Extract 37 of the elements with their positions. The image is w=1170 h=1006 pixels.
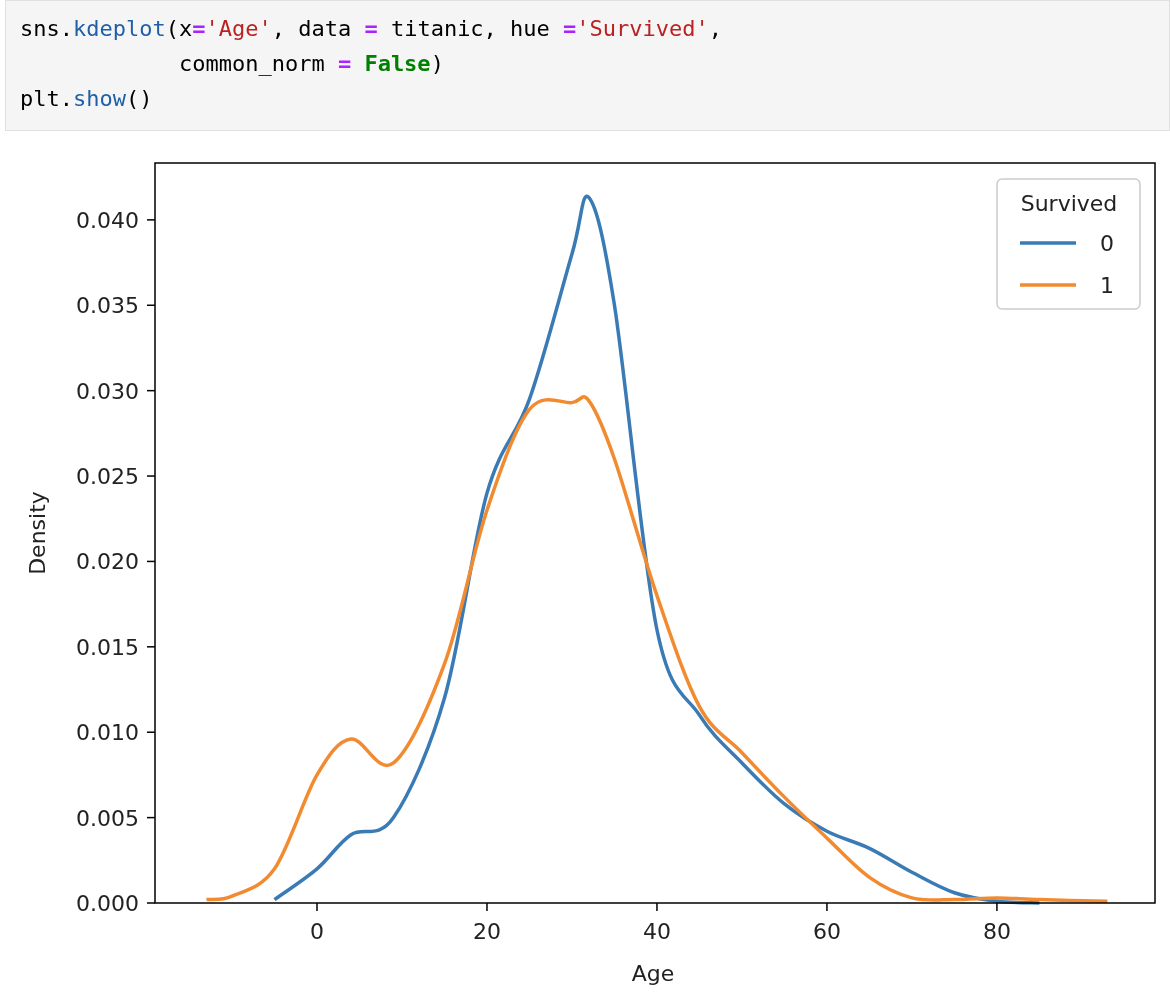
tick-mark — [146, 816, 156, 819]
tick-mark — [656, 902, 658, 912]
tick-label: 0.030 — [76, 378, 139, 404]
tick-label: 0.010 — [76, 720, 139, 746]
tick-mark — [146, 389, 156, 392]
axis-label: Density — [25, 491, 50, 575]
tick-mark — [146, 902, 156, 904]
legend-label: 1 — [1100, 273, 1114, 298]
tick-label: 0.015 — [76, 634, 139, 660]
tick-label: 60 — [812, 919, 841, 944]
tick-mark — [146, 646, 156, 648]
tick-mark — [146, 560, 156, 563]
tick-label: 0.005 — [76, 805, 139, 831]
tick-label: 0.000 — [76, 891, 139, 916]
tick-label: 0.020 — [76, 549, 139, 575]
tick-mark — [146, 731, 156, 733]
code-line: sns.kdeplot(x='Age', data = titanic, hue ='Survived', — [20, 15, 723, 43]
legend-label: 0 — [1100, 231, 1114, 256]
tick-label: 0.025 — [76, 464, 139, 490]
tick-mark — [146, 475, 156, 477]
tick-label: 0.040 — [76, 207, 139, 233]
tick-label: 80 — [982, 919, 1011, 944]
tick-mark — [996, 902, 998, 912]
code-line: plt.show() — [20, 85, 153, 113]
tick-label: 20 — [472, 919, 501, 944]
code-line: common_norm = False) — [177, 50, 444, 78]
tick-mark — [486, 902, 488, 912]
tick-mark — [826, 902, 828, 912]
tick-label: 0 — [310, 919, 324, 944]
tick-mark — [316, 902, 318, 912]
tick-label: 0.035 — [76, 293, 139, 319]
code-cell[interactable]: sns.kdeplot(x='Age', data = titanic, hue ='Survived', common_norm = False) plt.show() — [5, 0, 1170, 131]
legend-title: Survived — [1020, 191, 1118, 216]
tick-label: 40 — [642, 919, 671, 944]
tick-mark — [146, 219, 156, 221]
tick-mark — [146, 304, 156, 306]
axis-label: Age — [631, 961, 675, 986]
